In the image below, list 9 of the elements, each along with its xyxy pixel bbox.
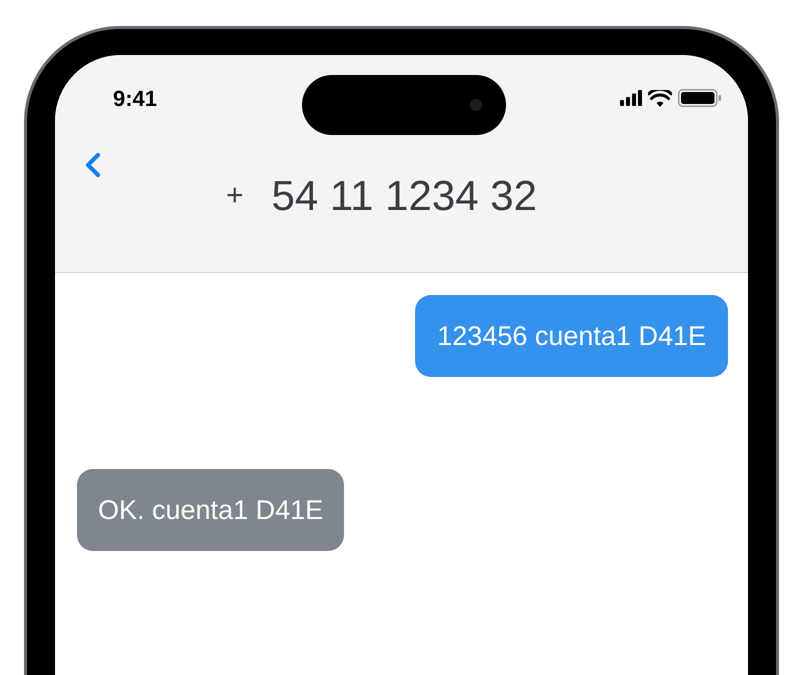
contact-number: 54 11 1234 32 (272, 171, 537, 221)
received-message-bubble: OK. cuenta1 D41E (77, 469, 344, 551)
battery-icon (678, 89, 722, 107)
camera-lens (470, 99, 482, 111)
status-time: 9:41 (113, 84, 158, 112)
contact-prefix: + (226, 178, 244, 214)
wifi-icon (648, 90, 672, 106)
sent-message-bubble: 123456 cuenta1 D41E (415, 295, 728, 377)
signal-icon (620, 90, 642, 106)
